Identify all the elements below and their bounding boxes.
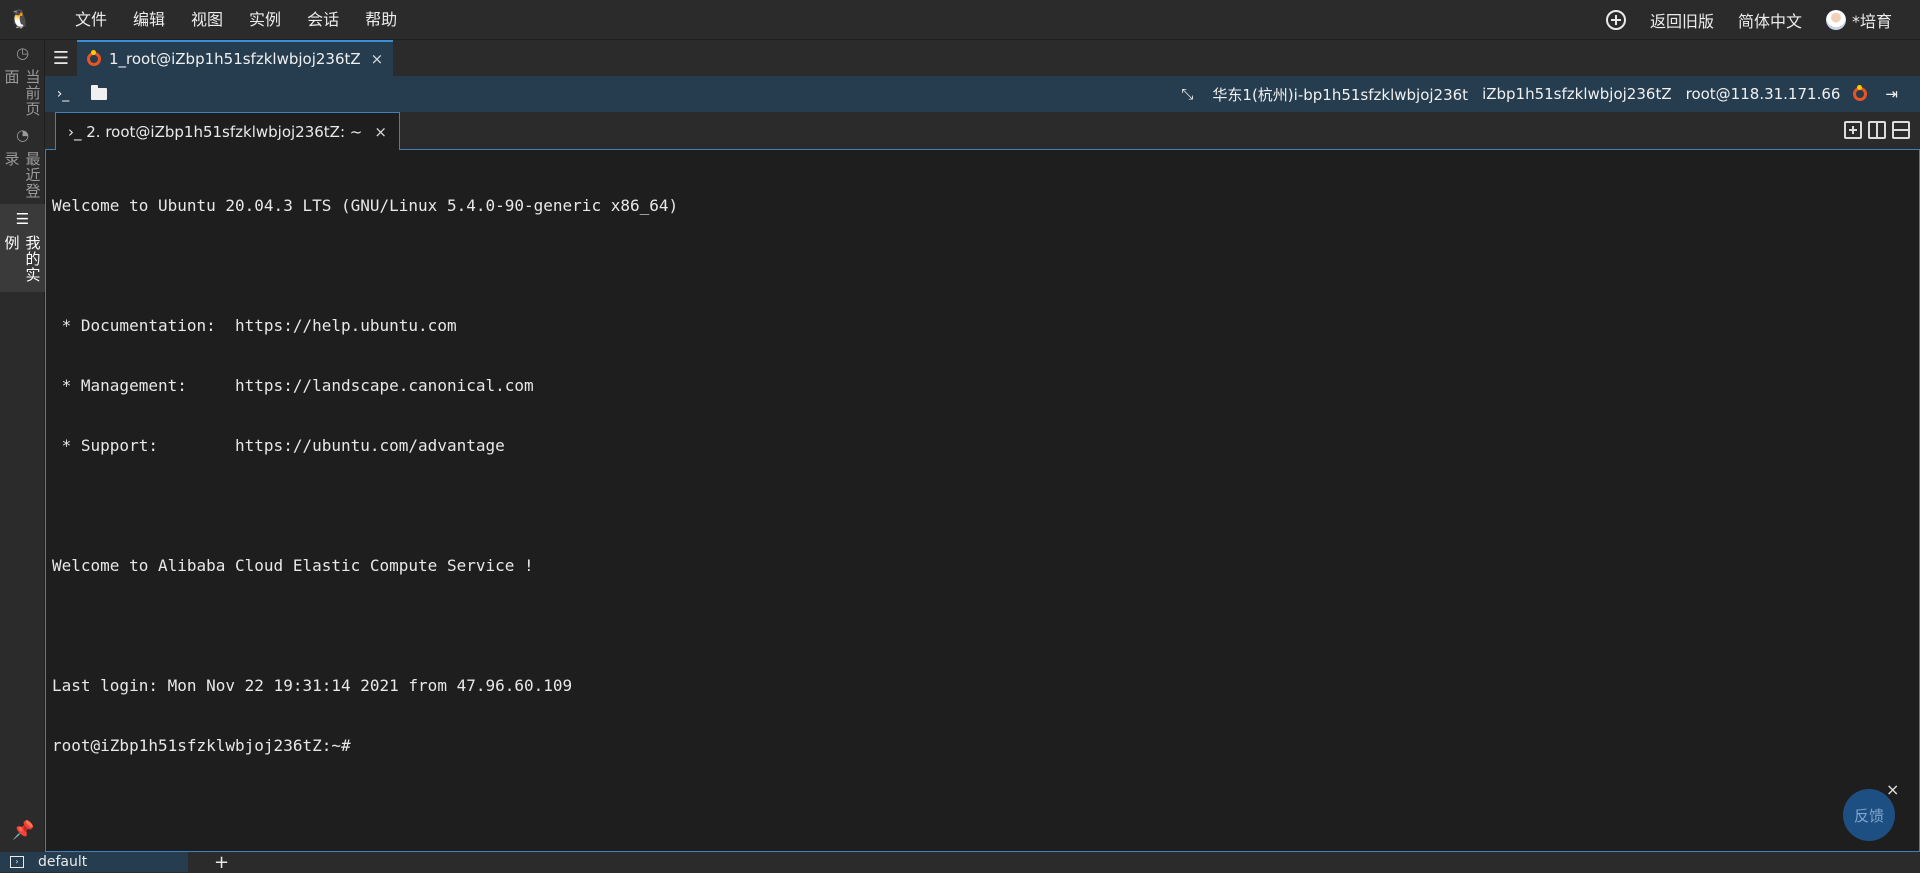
new-terminal-icon[interactable] [1844,121,1862,139]
session-tab[interactable]: 1_root@iZbp1h51sfzklwbjoj236tZ × [77,40,394,76]
terminal-icon[interactable]: ›_ [45,76,81,112]
terminal-small-icon: › [10,856,24,868]
bottom-bar: › default + [0,852,1920,873]
menubar: 🐧 文件 编辑 视图 实例 会话 帮助 返回旧版 简体中文 *培育 [0,0,1920,40]
menu-file[interactable]: 文件 [62,0,120,40]
menu-session[interactable]: 会话 [294,0,352,40]
linux-penguin-icon[interactable]: 🐧 [0,0,40,40]
terminal-tab-bar: ›_ 2. root@iZbp1h51sfzklwbjoj236tZ: ~ × [45,112,1920,150]
list-icon: ☰ [13,210,32,229]
terminal-line: * Support: https://ubuntu.com/advantage [52,436,505,455]
history-icon: ◔ [13,126,32,145]
add-workspace-button[interactable]: + [214,852,229,873]
sidebar-tab-current-page[interactable]: ◷ 当前页面 [0,40,45,120]
back-to-old-version-link[interactable]: 返回旧版 [1638,8,1726,32]
menu-instance[interactable]: 实例 [236,0,294,40]
layout-controls [1844,111,1920,149]
ubuntu-icon [87,50,101,66]
sidebar-tab-my-instances[interactable]: ☰ 我的实例 [0,204,45,292]
outline-list-icon[interactable]: ☰ [45,40,77,76]
toolbar-info: ⤡ 华东1(杭州)i-bp1h51sfzklwbjoj236t iZbp1h51… [1169,84,1920,105]
session-tab-label: 1_root@iZbp1h51sfzklwbjoj236tZ [109,50,361,68]
logout-icon[interactable]: ⇥ [1873,85,1910,103]
menubar-right: 返回旧版 简体中文 *培育 [1594,8,1920,32]
session-toolbar: ›_ ⤡ 华东1(杭州)i-bp1h51sfzklwbjoj236t iZbp1… [45,76,1920,112]
plus-circle-icon [1605,9,1626,30]
main-menu: 文件 编辑 视图 实例 会话 帮助 [62,0,410,40]
avatar [1825,9,1846,30]
user-name: *培育 [1851,11,1892,31]
add-button[interactable] [1594,9,1638,30]
terminal-line: * Documentation: https://help.ubuntu.com [52,316,457,335]
split-horizontal-icon[interactable] [1892,121,1910,139]
pin-icon[interactable]: 📌 [12,820,34,841]
workspace-label: default [38,854,88,870]
close-icon[interactable]: × [374,123,387,141]
workspace-tab[interactable]: › default [0,852,188,872]
clock-icon: ◷ [13,44,32,63]
left-sidebar: ◷ 当前页面 ◔ 最近登录 ☰ 我的实例 📌 [0,40,45,850]
folder-icon [91,85,107,100]
session-tab-bar: ☰ 1_root@iZbp1h51sfzklwbjoj236tZ × [45,40,1920,76]
terminal-tab-label: ›_ 2. root@iZbp1h51sfzklwbjoj236tZ: ~ [68,122,363,141]
terminal-output[interactable]: Welcome to Ubuntu 20.04.3 LTS (GNU/Linux… [45,150,1920,852]
ubuntu-icon [1853,85,1868,101]
region-instance-info: 华东1(杭州)i-bp1h51sfzklwbjoj236t [1212,85,1469,104]
hostname-info: iZbp1h51sfzklwbjoj236tZ [1482,85,1672,103]
language-selector[interactable]: 简体中文 [1726,8,1814,32]
terminal-line: Last login: Mon Nov 22 19:31:14 2021 fro… [52,676,573,695]
menu-view[interactable]: 视图 [178,0,236,40]
terminal-prompt: root@iZbp1h51sfzklwbjoj236tZ:~# [52,736,351,755]
menu-edit[interactable]: 编辑 [120,0,178,40]
terminal-line: * Management: https://landscape.canonica… [52,376,534,395]
split-vertical-icon[interactable] [1868,121,1886,139]
sidebar-tab-recent-login[interactable]: ◔ 最近登录 [0,122,45,202]
login-info: root@118.31.171.66 [1685,85,1841,103]
menu-help[interactable]: 帮助 [352,0,410,40]
close-icon[interactable]: × [371,50,384,68]
terminal-line: Welcome to Ubuntu 20.04.3 LTS (GNU/Linux… [52,196,679,215]
user-menu[interactable]: *培育 [1814,8,1904,32]
sidebar-tab-label: 我的实例 [2,235,42,283]
fullscreen-icon[interactable]: ⤡ [1169,85,1205,103]
sidebar-tab-label: 最近登录 [2,151,42,199]
terminal-line: Welcome to Alibaba Cloud Elastic Compute… [52,556,534,575]
terminal-tab[interactable]: ›_ 2. root@iZbp1h51sfzklwbjoj236tZ: ~ × [55,112,400,150]
file-manager-button[interactable] [81,76,117,112]
sidebar-tab-label: 当前页面 [2,69,42,117]
close-icon[interactable]: × [1886,780,1899,799]
